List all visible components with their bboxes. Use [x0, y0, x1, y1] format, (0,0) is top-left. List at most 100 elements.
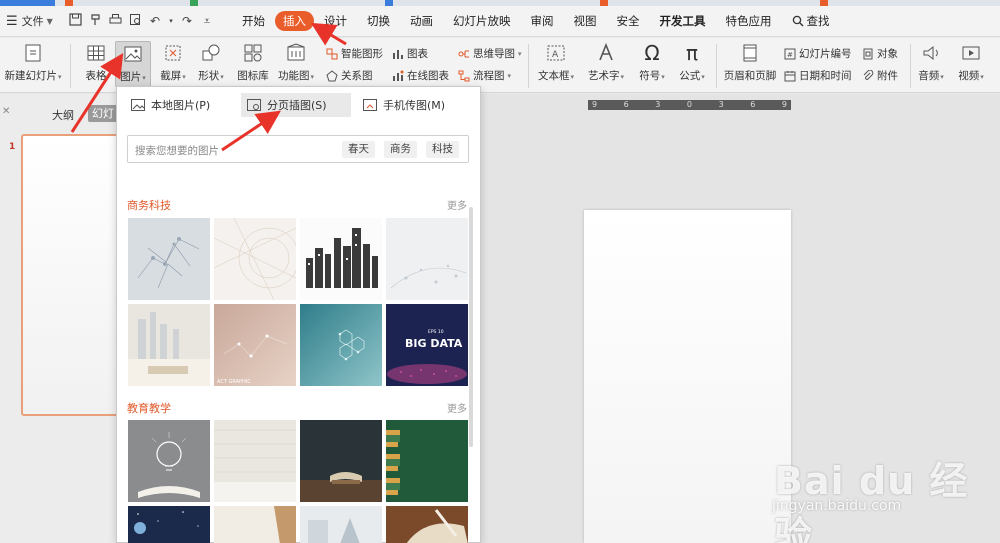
local-picture-option[interactable]: 本地图片(P)	[125, 93, 216, 117]
datetime-button[interactable]: 日期和时间	[784, 68, 852, 83]
object-button[interactable]: 对象	[862, 46, 898, 61]
screenshot-icon	[165, 45, 181, 61]
function-chart-button[interactable]: 功能图▾	[276, 42, 316, 83]
print-icon[interactable]	[108, 13, 122, 29]
phone-image-icon	[363, 99, 377, 111]
slide-number-button[interactable]: # 幻灯片编号	[784, 46, 852, 61]
chip-spring[interactable]: 春天	[342, 141, 375, 158]
tab-features[interactable]: 特色应用	[716, 11, 782, 31]
chip-business[interactable]: 商务	[384, 141, 417, 158]
search-icon	[792, 15, 803, 27]
screenshot-label: 截屏	[160, 70, 182, 82]
phone-transfer-label: 手机传图(M)	[383, 99, 446, 112]
undo-dropdown-icon[interactable]: ▾	[168, 17, 174, 25]
picture-thumbnail[interactable]	[128, 304, 210, 386]
phone-transfer-option[interactable]: 手机传图(M)	[357, 93, 451, 117]
collapse-icon[interactable]: ✕	[2, 106, 10, 117]
picture-button[interactable]: 图片▾	[115, 41, 151, 87]
picture-thumbnail[interactable]	[214, 218, 296, 300]
tab-review[interactable]: 审阅	[521, 11, 564, 31]
format-painter-icon[interactable]	[88, 13, 102, 29]
section-title-education: 教育教学	[127, 402, 171, 415]
more-link[interactable]: 更多	[447, 197, 467, 212]
relation-chart-button[interactable]: 关系图	[326, 68, 373, 83]
picture-thumbnail[interactable]	[300, 420, 382, 502]
flowchart-button[interactable]: 流程图 ▾	[458, 68, 511, 83]
audio-button[interactable]: 音频▾	[914, 42, 948, 83]
picture-thumbnail[interactable]	[214, 420, 296, 502]
textbox-button[interactable]: A 文本框▾	[535, 42, 577, 83]
table-button[interactable]: 表格	[80, 42, 112, 83]
picture-label: 图片	[120, 71, 142, 83]
tab-home[interactable]: 开始	[232, 11, 275, 31]
tab-view[interactable]: 视图	[564, 11, 607, 31]
object-label: 对象	[877, 48, 898, 60]
picture-thumbnail[interactable]: EPS 10 BIG DATA	[386, 304, 468, 386]
picture-search[interactable]: 搜索您想要的图片 春天 商务 科技	[127, 135, 469, 163]
tab-animation[interactable]: 动画	[400, 11, 443, 31]
picture-thumbnail[interactable]: ACT GRAPHIC	[214, 304, 296, 386]
smart-graphic-button[interactable]: 智能图形	[326, 46, 383, 61]
icon-library-button[interactable]: 图标库	[236, 42, 270, 83]
quick-access-toolbar: ↶ ▾ ↷ ⩡	[68, 13, 214, 29]
wordart-icon	[599, 42, 613, 61]
ruler-tick: 9	[592, 100, 598, 109]
print-preview-icon[interactable]	[128, 13, 142, 29]
picture-thumbnail[interactable]	[386, 218, 468, 300]
video-label: 视频	[958, 70, 980, 82]
dropdown-scrollbar[interactable]	[469, 207, 473, 447]
file-menu[interactable]: ☰ 文件 ▼	[0, 13, 62, 29]
picture-thumbnail[interactable]	[386, 506, 468, 543]
tab-security[interactable]: 安全	[607, 11, 650, 31]
symbol-button[interactable]: Ω 符号▾	[636, 42, 668, 83]
more-link[interactable]: 更多	[447, 400, 467, 415]
picture-thumbnail[interactable]	[300, 506, 382, 543]
tab-developer[interactable]: 开发工具	[650, 11, 716, 31]
file-menu-label: 文件	[21, 15, 44, 28]
picture-thumbnail[interactable]	[300, 304, 382, 386]
pi-icon: π	[685, 41, 699, 65]
attachment-button[interactable]: 附件	[862, 68, 898, 83]
flowchart-icon	[458, 70, 470, 81]
screenshot-button[interactable]: 截屏▾	[158, 42, 188, 83]
new-slide-button[interactable]: 新建幻灯片▾	[2, 42, 64, 83]
ruler-tick: 0	[686, 100, 693, 109]
tab-insert[interactable]: 插入	[275, 11, 314, 31]
tab-design[interactable]: 设计	[314, 11, 357, 31]
panel-tabs: ✕ 大纲 幻灯	[0, 102, 128, 126]
search-button[interactable]: 查找	[782, 11, 840, 31]
save-icon[interactable]	[68, 13, 82, 29]
wordart-button[interactable]: 艺术字▾	[585, 42, 627, 83]
tab-outline[interactable]: 大纲	[52, 107, 74, 123]
paged-insert-option[interactable]: 分页插图(S)	[241, 93, 351, 117]
slide-number: 1	[9, 142, 16, 152]
horizontal-ruler: 9 6 3 0 3 6 9	[588, 100, 791, 110]
search-placeholder: 搜索您想要的图片	[135, 145, 219, 157]
online-chart-label: 在线图表	[407, 70, 449, 82]
paged-image-icon	[247, 99, 261, 111]
header-footer-button[interactable]: 页眉和页脚	[722, 42, 778, 83]
chip-tech[interactable]: 科技	[426, 141, 459, 158]
formula-button[interactable]: π 公式▾	[676, 42, 708, 83]
tab-transition[interactable]: 切换	[357, 11, 400, 31]
textbox-icon: A	[547, 45, 565, 61]
undo-icon[interactable]: ↶	[148, 14, 162, 28]
redo-icon[interactable]: ↷	[180, 14, 194, 28]
customize-qa-icon[interactable]: ⩡	[200, 14, 214, 29]
picture-thumbnail[interactable]	[386, 420, 468, 502]
slide-thumbnail[interactable]	[21, 134, 125, 416]
video-button[interactable]: 视频▾	[954, 42, 988, 83]
ribbon-divider	[716, 44, 717, 88]
mind-map-button[interactable]: 思维导图 ▾	[458, 46, 522, 61]
shape-button[interactable]: 形状▾	[196, 42, 226, 83]
picture-thumbnail[interactable]	[128, 420, 210, 502]
paged-insert-label: 分页插图(S)	[267, 99, 327, 112]
online-chart-button[interactable]: 在线图表	[392, 68, 449, 83]
chart-button[interactable]: 图表	[392, 46, 428, 61]
svg-text:A: A	[552, 50, 559, 60]
picture-thumbnail[interactable]	[214, 506, 296, 543]
picture-thumbnail[interactable]	[128, 506, 210, 543]
picture-thumbnail[interactable]	[300, 218, 382, 300]
tab-slideshow[interactable]: 幻灯片放映	[443, 11, 521, 31]
picture-thumbnail[interactable]	[128, 218, 210, 300]
